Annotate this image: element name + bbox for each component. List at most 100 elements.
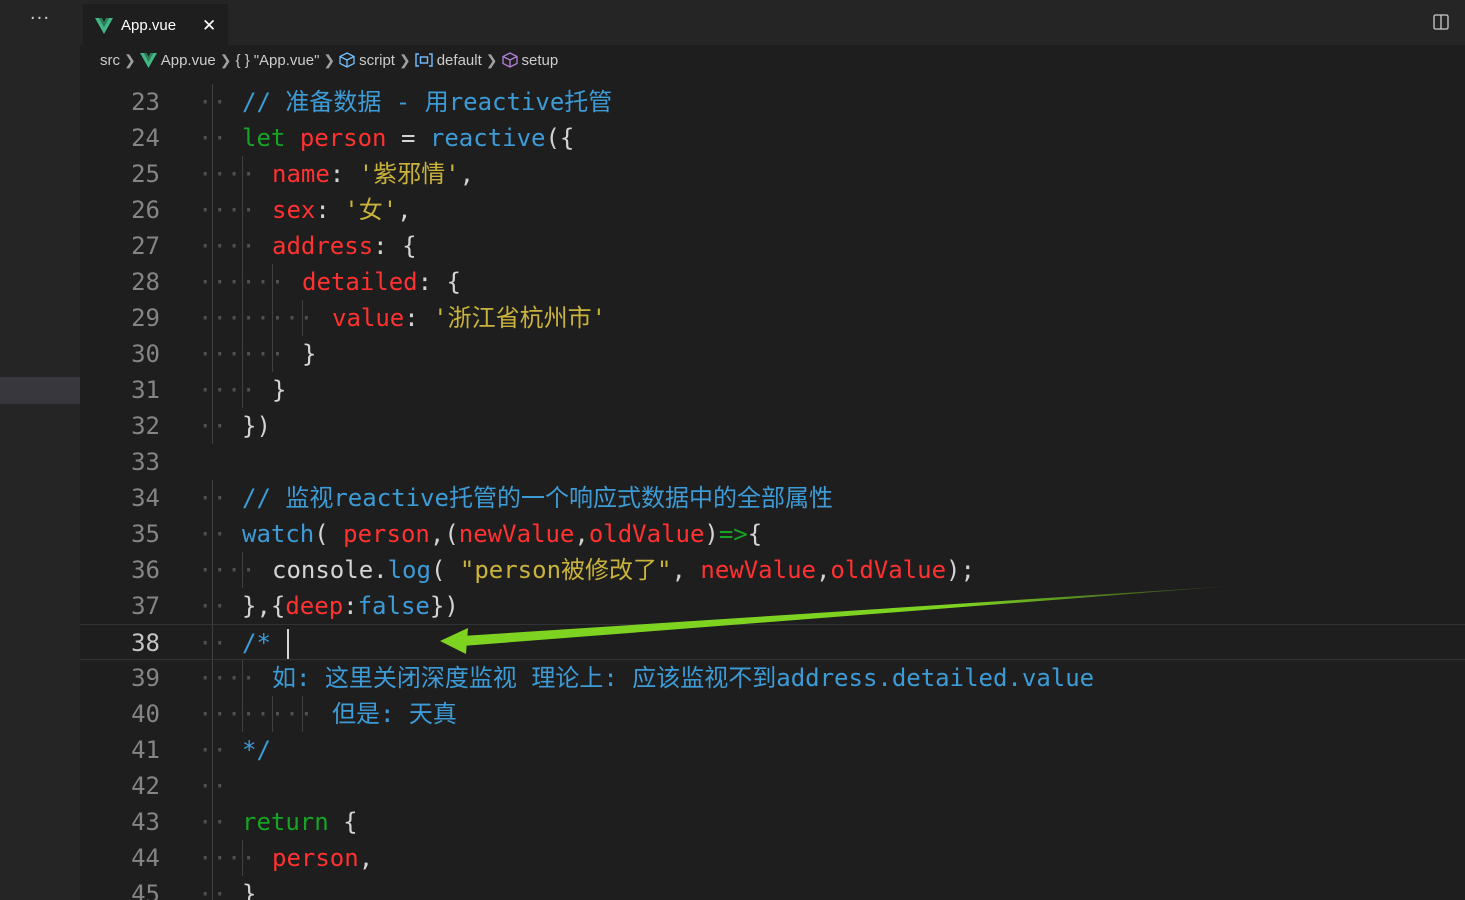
- breadcrumb-setup[interactable]: setup: [501, 52, 558, 69]
- code-text: person,: [272, 844, 374, 872]
- code-line[interactable]: 42 ··: [80, 768, 1465, 804]
- code-line[interactable]: 39 ···· 如: 这里关闭深度监视 理论上: 应该监视不到address.det…: [80, 660, 1465, 696]
- code-text: 但是: 天真: [332, 700, 457, 728]
- code-text: }: [272, 376, 287, 404]
- whitespace-marker: ····: [198, 376, 256, 404]
- line-number: 34: [131, 484, 160, 512]
- line-number: 38: [131, 629, 160, 657]
- code-line[interactable]: 35 ·· watch( person,(newValue,oldValue)=>{: [80, 516, 1465, 552]
- breadcrumb-block-label: "App.vue": [253, 51, 320, 69]
- line-number: 45: [131, 880, 160, 900]
- split-editor-icon[interactable]: [1433, 14, 1449, 30]
- code-text: return {: [242, 808, 358, 836]
- whitespace-marker: ··: [198, 629, 227, 657]
- breadcrumb-default[interactable]: default: [415, 52, 482, 69]
- code-line[interactable]: 29 ········ value: '浙江省杭州市': [80, 300, 1465, 336]
- line-number: 33: [131, 448, 160, 476]
- vue-file-icon: [139, 52, 157, 68]
- line-number: 27: [131, 232, 160, 260]
- code-text: // 监视reactive托管的一个响应式数据中的全部属性: [242, 484, 833, 512]
- vue-file-icon: [95, 17, 113, 34]
- code-line[interactable]: 31 ····}: [80, 372, 1465, 408]
- line-number: 36: [131, 556, 160, 584]
- line-number: 31: [131, 376, 160, 404]
- code-editor[interactable]: 23 ·· // 准备数据 - 用reactive托管 24 ·· let person …: [80, 75, 1465, 900]
- whitespace-marker: ····: [198, 664, 256, 692]
- whitespace-marker: ··: [198, 772, 227, 800]
- whitespace-marker: ··: [198, 808, 227, 836]
- variable-icon: [415, 53, 433, 67]
- code-line[interactable]: 34 ·· // 监视reactive托管的一个响应式数据中的全部属性: [80, 480, 1465, 516]
- line-number: 44: [131, 844, 160, 872]
- whitespace-marker: ····: [198, 556, 256, 584]
- code-text: // 准备数据 - 用reactive托管: [242, 88, 613, 116]
- code-line[interactable]: 43 ·· return {: [80, 804, 1465, 840]
- line-number: 35: [131, 520, 160, 548]
- whitespace-marker: ··: [198, 736, 227, 764]
- code-line[interactable]: 25 ···· name: '紫邪情',: [80, 156, 1465, 192]
- line-number: 39: [131, 664, 160, 692]
- code-line[interactable]: 28 ······ detailed: {: [80, 264, 1465, 300]
- more-actions-button[interactable]: ···: [0, 8, 80, 29]
- line-number: 40: [131, 700, 160, 728]
- code-line[interactable]: 45 ··}: [80, 876, 1465, 900]
- line-number: 32: [131, 412, 160, 440]
- line-number: 37: [131, 592, 160, 620]
- vscode-window: ··· App.vue ✕ src ❯ App.vue ❯ {} "App.v…: [0, 0, 1465, 900]
- chevron-right-icon: ❯: [323, 51, 336, 68]
- code-text: name: '紫邪情',: [272, 160, 475, 188]
- breadcrumb-default-label: default: [436, 51, 482, 69]
- code-line[interactable]: 32 ··}): [80, 408, 1465, 444]
- line-number: 24: [131, 124, 160, 152]
- whitespace-marker: ··: [198, 484, 227, 512]
- code-line[interactable]: 37 ··},{deep:false}): [80, 588, 1465, 624]
- code-line[interactable]: 36 ···· console.log( "person被修改了", newValu…: [80, 552, 1465, 588]
- code-line[interactable]: 26 ···· sex: '女',: [80, 192, 1465, 228]
- whitespace-marker: ··: [198, 520, 227, 548]
- whitespace-marker: ······: [198, 268, 285, 296]
- breadcrumb: src ❯ App.vue ❯ { } "App.vue" ❯ script ❯…: [80, 45, 1465, 75]
- code-text: }): [242, 412, 271, 440]
- module-cube-icon: [339, 52, 355, 68]
- whitespace-marker: ··: [198, 592, 227, 620]
- code-text: let person = reactive({: [242, 124, 575, 152]
- method-cube-icon: [501, 52, 518, 68]
- breadcrumb-file-label: App.vue: [160, 51, 216, 69]
- line-number: 42: [131, 772, 160, 800]
- code-line[interactable]: 30 ······}: [80, 336, 1465, 372]
- code-text: /*: [242, 625, 290, 661]
- code-line[interactable]: 44 ···· person,: [80, 840, 1465, 876]
- chevron-right-icon: ❯: [485, 51, 498, 68]
- close-icon[interactable]: ✕: [202, 16, 216, 36]
- code-line[interactable]: 23 ·· // 准备数据 - 用reactive托管: [80, 84, 1465, 120]
- tab-app-vue[interactable]: App.vue ✕: [83, 4, 228, 46]
- code-text: }: [302, 340, 317, 368]
- breadcrumb-src[interactable]: src: [100, 52, 120, 69]
- whitespace-marker: ····: [198, 232, 256, 260]
- whitespace-marker: ··: [198, 880, 227, 900]
- code-line[interactable]: 41 ·· */: [80, 732, 1465, 768]
- code-line[interactable]: 40 ········ 但是: 天真: [80, 696, 1465, 732]
- line-number: 30: [131, 340, 160, 368]
- code-text: sex: '女',: [272, 196, 412, 224]
- line-number: 29: [131, 304, 160, 332]
- line-number: 28: [131, 268, 160, 296]
- code-text: */: [242, 736, 271, 764]
- line-number: 25: [131, 160, 160, 188]
- whitespace-marker: ········: [198, 304, 314, 332]
- code-line[interactable]: 33: [80, 444, 1465, 480]
- whitespace-marker: ········: [198, 700, 314, 728]
- breadcrumb-block[interactable]: { } "App.vue": [236, 52, 320, 69]
- code-line[interactable]: 27 ···· address: {: [80, 228, 1465, 264]
- code-line[interactable]: 24 ·· let person = reactive({: [80, 120, 1465, 156]
- code-line[interactable]: 38 ·· /*: [80, 624, 1465, 661]
- line-number: 43: [131, 808, 160, 836]
- sidebar-selected-row[interactable]: [0, 377, 80, 404]
- whitespace-marker: ··: [198, 412, 227, 440]
- whitespace-marker: ····: [198, 196, 256, 224]
- code-text: address: {: [272, 232, 417, 260]
- breadcrumb-script[interactable]: script: [339, 52, 395, 69]
- breadcrumb-file[interactable]: App.vue: [139, 51, 216, 69]
- whitespace-marker: ····: [198, 844, 256, 872]
- whitespace-marker: ··: [198, 124, 227, 152]
